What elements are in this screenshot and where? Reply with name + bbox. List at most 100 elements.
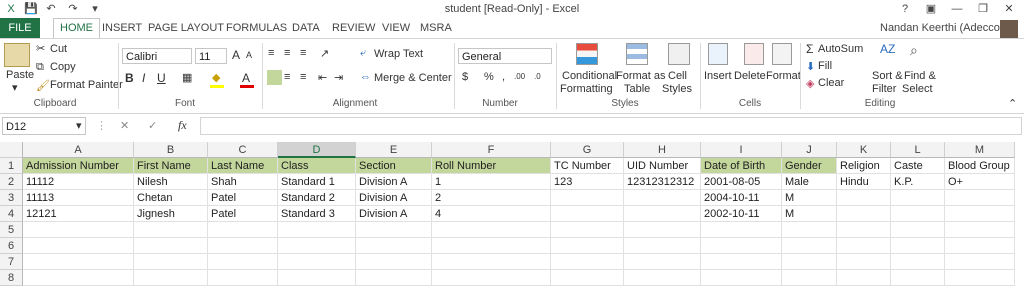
cell-styles-button[interactable]: Cell: [668, 70, 687, 82]
header-cell[interactable]: Roll Number: [432, 158, 551, 174]
table-cell[interactable]: [208, 222, 278, 238]
column-header-k[interactable]: K: [837, 142, 891, 158]
format-as-table-button-2[interactable]: Table: [624, 83, 650, 95]
table-cell[interactable]: [945, 238, 1015, 254]
sort-filter-button-2[interactable]: Filter: [872, 83, 896, 95]
table-cell[interactable]: [891, 238, 945, 254]
table-cell[interactable]: [891, 206, 945, 222]
table-cell[interactable]: [891, 254, 945, 270]
tab-msra[interactable]: MSRA: [414, 18, 458, 38]
insert-function-icon[interactable]: fx: [178, 118, 187, 133]
table-cell[interactable]: [701, 270, 782, 286]
table-cell[interactable]: [624, 222, 701, 238]
cell-styles-button-2[interactable]: Styles: [662, 83, 692, 95]
paste-dropdown-icon[interactable]: ▾: [12, 81, 18, 94]
table-cell[interactable]: 2: [432, 190, 551, 206]
table-cell[interactable]: [278, 238, 356, 254]
header-cell[interactable]: TC Number: [551, 158, 624, 174]
table-cell[interactable]: [624, 206, 701, 222]
table-cell[interactable]: [432, 254, 551, 270]
fill-color-icon[interactable]: ◆: [212, 71, 220, 84]
table-cell[interactable]: [624, 238, 701, 254]
paste-icon[interactable]: [4, 43, 30, 67]
table-cell[interactable]: Shah: [208, 174, 278, 190]
table-cell[interactable]: 4: [432, 206, 551, 222]
tab-home[interactable]: HOME: [53, 18, 100, 39]
paste-button[interactable]: Paste: [6, 69, 34, 81]
underline-button[interactable]: U: [157, 71, 166, 85]
header-cell[interactable]: Date of Birth: [701, 158, 782, 174]
cut-button[interactable]: Cut: [50, 43, 67, 55]
table-cell[interactable]: [278, 222, 356, 238]
table-cell[interactable]: Standard 3: [278, 206, 356, 222]
table-cell[interactable]: [23, 238, 134, 254]
ribbon-options-button[interactable]: ▣: [918, 0, 944, 18]
table-cell[interactable]: [208, 254, 278, 270]
name-box[interactable]: D12: [2, 117, 86, 135]
wrap-text-button[interactable]: Wrap Text: [374, 48, 423, 60]
table-cell[interactable]: 1: [432, 174, 551, 190]
column-header-m[interactable]: M: [945, 142, 1015, 158]
format-as-table-button[interactable]: Format as: [616, 70, 666, 82]
header-cell[interactable]: Last Name: [208, 158, 278, 174]
header-cell[interactable]: First Name: [134, 158, 208, 174]
tab-file[interactable]: FILE: [0, 18, 40, 38]
column-header-g[interactable]: G: [551, 142, 624, 158]
table-cell[interactable]: Patel: [208, 206, 278, 222]
column-header-b[interactable]: B: [134, 142, 208, 158]
table-cell[interactable]: [945, 206, 1015, 222]
row-header[interactable]: 8: [0, 270, 23, 286]
table-cell[interactable]: [701, 222, 782, 238]
table-cell[interactable]: 12312312312: [624, 174, 701, 190]
table-cell[interactable]: [356, 270, 432, 286]
table-cell[interactable]: [134, 222, 208, 238]
table-cell[interactable]: [551, 238, 624, 254]
table-cell[interactable]: [551, 270, 624, 286]
number-format-select[interactable]: General: [458, 48, 552, 64]
table-cell[interactable]: [134, 238, 208, 254]
table-cell[interactable]: [782, 254, 837, 270]
table-cell[interactable]: [624, 190, 701, 206]
table-cell[interactable]: [278, 254, 356, 270]
table-cell[interactable]: [356, 222, 432, 238]
avatar[interactable]: [1000, 20, 1018, 38]
row-header[interactable]: 7: [0, 254, 23, 270]
comma-button[interactable]: ,: [502, 71, 505, 83]
increase-indent-icon[interactable]: ⇥: [334, 71, 343, 84]
font-size-select[interactable]: 11: [195, 48, 227, 64]
name-box-dropdown-icon[interactable]: ▾: [76, 119, 82, 132]
table-cell[interactable]: [945, 222, 1015, 238]
table-cell[interactable]: [624, 254, 701, 270]
header-cell[interactable]: UID Number: [624, 158, 701, 174]
align-left-icon[interactable]: [267, 70, 282, 85]
row-header[interactable]: 1: [0, 158, 23, 174]
grow-font-icon[interactable]: A: [232, 48, 240, 62]
conditional-formatting-button-2[interactable]: Formatting: [560, 83, 613, 95]
table-cell[interactable]: Division A: [356, 206, 432, 222]
orientation-icon[interactable]: ↗: [320, 47, 329, 60]
bold-button[interactable]: B: [125, 71, 134, 85]
shrink-font-icon[interactable]: A: [246, 50, 252, 60]
sort-filter-button[interactable]: Sort &: [872, 70, 903, 82]
table-cell[interactable]: [432, 238, 551, 254]
row-header[interactable]: 2: [0, 174, 23, 190]
table-cell[interactable]: [278, 270, 356, 286]
copy-button[interactable]: Copy: [50, 61, 76, 73]
enter-icon[interactable]: ✓: [148, 119, 157, 132]
tab-formulas[interactable]: FORMULAS: [220, 18, 293, 38]
header-cell[interactable]: Section: [356, 158, 432, 174]
table-cell[interactable]: [23, 254, 134, 270]
table-cell[interactable]: 2001-08-05: [701, 174, 782, 190]
table-cell[interactable]: Division A: [356, 174, 432, 190]
decrease-indent-icon[interactable]: ⇤: [318, 71, 327, 84]
select-all-corner[interactable]: [0, 142, 23, 158]
fill-button[interactable]: Fill: [818, 60, 832, 72]
table-cell[interactable]: [891, 190, 945, 206]
table-cell[interactable]: Patel: [208, 190, 278, 206]
table-cell[interactable]: [891, 270, 945, 286]
row-header[interactable]: 6: [0, 238, 23, 254]
table-cell[interactable]: [782, 238, 837, 254]
table-cell[interactable]: [701, 238, 782, 254]
table-cell[interactable]: K.P.: [891, 174, 945, 190]
format-cells-button[interactable]: Format: [766, 70, 801, 82]
